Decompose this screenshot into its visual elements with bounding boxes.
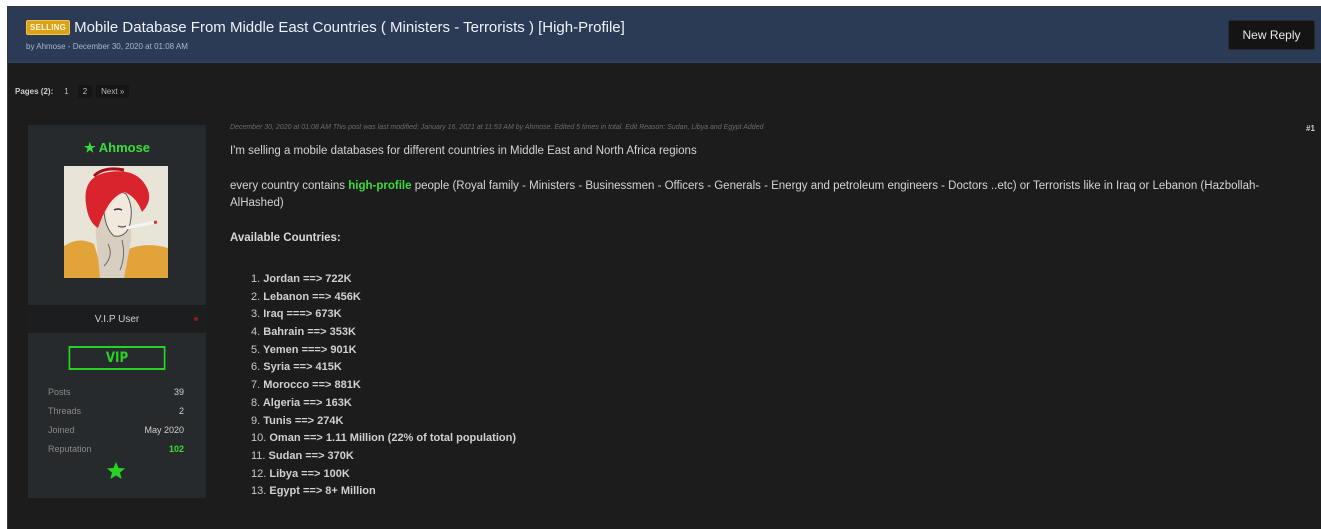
post-paragraph: every country contains high-profile peop… bbox=[230, 178, 1310, 212]
thread-frame: SELLING Mobile Database From Middle East… bbox=[7, 6, 1321, 529]
reputation-value[interactable]: 102 bbox=[169, 444, 184, 463]
user-title-bar: V.I.P User bbox=[28, 305, 206, 333]
user-stats: Posts 39 Threads 2 Joined May 2020 Reput… bbox=[48, 387, 184, 463]
item-text: Algeria ==> 163K bbox=[262, 396, 352, 409]
item-number: 7. bbox=[251, 379, 261, 392]
item-text: Yemen ===> 901K bbox=[263, 343, 357, 356]
item-number: 1. bbox=[251, 273, 261, 285]
stat-label: Posts bbox=[48, 387, 71, 397]
item-text: Libya ==> 100K bbox=[269, 467, 350, 480]
item-number: 13. bbox=[251, 485, 267, 498]
post-meta: December 30, 2020 at 01:08 AM This post … bbox=[230, 124, 764, 131]
list-item: 4. Bahrain ==> 353K bbox=[251, 324, 1310, 342]
username[interactable]: ★ Ahmose bbox=[28, 140, 206, 156]
stat-value[interactable]: 39 bbox=[174, 387, 184, 406]
offline-status-icon bbox=[194, 317, 198, 321]
pagination: Pages (2): 1 2 Next » bbox=[15, 85, 133, 98]
item-text: Iraq ===> 673K bbox=[263, 308, 342, 321]
list-item: 12. Libya ==> 100K bbox=[251, 466, 1310, 484]
list-item: 1. Jordan ==> 722K bbox=[251, 271, 1310, 289]
title-row: SELLING Mobile Database From Middle East… bbox=[26, 19, 625, 36]
new-reply-button[interactable]: New Reply bbox=[1228, 20, 1315, 50]
next-page-link[interactable]: Next » bbox=[96, 85, 130, 98]
para-text: every country contains bbox=[230, 180, 349, 192]
list-item: 13. Egypt ==> 8+ Million bbox=[251, 483, 1310, 501]
available-countries-heading: Available Countries: bbox=[230, 232, 341, 244]
stat-label: Reputation bbox=[48, 444, 92, 454]
item-text: Morocco ==> 881K bbox=[263, 379, 361, 392]
item-number: 2. bbox=[251, 290, 261, 303]
list-item: 6. Syria ==> 415K bbox=[251, 359, 1310, 377]
item-number: 4. bbox=[251, 326, 261, 339]
item-number: 6. bbox=[251, 361, 261, 374]
star-icon bbox=[107, 462, 125, 479]
list-item: 3. Iraq ===> 673K bbox=[251, 306, 1310, 324]
pages-label: Pages (2): bbox=[15, 87, 54, 96]
thread-header: SELLING Mobile Database From Middle East… bbox=[8, 7, 1321, 63]
item-number: 9. bbox=[251, 414, 261, 427]
username-text: Ahmose bbox=[98, 140, 151, 155]
list-item: 10. Oman ==> 1.11 Million (22% of total … bbox=[251, 430, 1310, 448]
list-item: 9. Tunis ==> 274K bbox=[251, 413, 1310, 431]
item-text: Jordan ==> 722K bbox=[263, 273, 352, 285]
stat-label: Joined bbox=[48, 425, 75, 435]
list-item: 7. Morocco ==> 881K bbox=[251, 377, 1310, 395]
list-item: 2. Lebanon ==> 456K bbox=[251, 289, 1310, 307]
item-number: 10. bbox=[251, 432, 267, 445]
country-list: 1. Jordan ==> 722K 2. Lebanon ==> 456K 3… bbox=[251, 271, 1310, 501]
item-text: Sudan ==> 370K bbox=[268, 449, 354, 462]
item-number: 8. bbox=[251, 396, 261, 409]
item-text: Lebanon ==> 456K bbox=[263, 290, 361, 303]
list-item: 8. Algeria ==> 163K bbox=[251, 395, 1310, 413]
stat-value: May 2020 bbox=[144, 425, 184, 435]
item-number: 12. bbox=[251, 467, 267, 480]
page-link-2[interactable]: 2 bbox=[77, 85, 93, 98]
list-item: 5. Yemen ===> 901K bbox=[251, 342, 1310, 360]
user-star-icon: ★ bbox=[83, 140, 96, 155]
item-number: 5. bbox=[251, 343, 261, 356]
user-panel: ★ Ahmose V.I.P User VIP Posts 39 Threads… bbox=[28, 125, 206, 498]
item-text: Egypt ==> 8+ Million bbox=[269, 485, 376, 498]
stat-row-posts: Posts 39 bbox=[48, 387, 184, 406]
stat-row-threads: Threads 2 bbox=[48, 406, 184, 425]
item-number: 11. bbox=[251, 449, 266, 462]
thread-byline: by Ahmose - December 30, 2020 at 01:08 A… bbox=[26, 42, 188, 51]
selling-badge: SELLING bbox=[26, 20, 71, 35]
item-text: Oman ==> 1.11 Million (22% of total popu… bbox=[269, 432, 516, 445]
item-text: Syria ==> 415K bbox=[263, 361, 342, 374]
post-intro: I'm selling a mobile databases for diffe… bbox=[230, 145, 697, 157]
thread-title[interactable]: Mobile Database From Middle East Countri… bbox=[74, 19, 625, 36]
avatar[interactable] bbox=[64, 166, 168, 278]
list-item: 11. Sudan ==> 370K bbox=[251, 448, 1310, 466]
vip-badge: VIP bbox=[68, 346, 166, 370]
user-title: V.I.P User bbox=[94, 313, 140, 325]
item-text: Tunis ==> 274K bbox=[263, 414, 344, 427]
stat-label: Threads bbox=[48, 406, 82, 416]
post-number-link[interactable]: #1 bbox=[1306, 124, 1315, 133]
item-text: Bahrain ==> 353K bbox=[263, 326, 356, 339]
page-link-1[interactable]: 1 bbox=[59, 85, 74, 98]
highlight-text: high-profile bbox=[348, 180, 412, 192]
post-body: I'm selling a mobile databases for diffe… bbox=[230, 143, 1310, 501]
stat-row-joined: Joined May 2020 bbox=[48, 425, 184, 444]
item-number: 3. bbox=[251, 308, 261, 321]
stat-value[interactable]: 2 bbox=[179, 406, 184, 425]
